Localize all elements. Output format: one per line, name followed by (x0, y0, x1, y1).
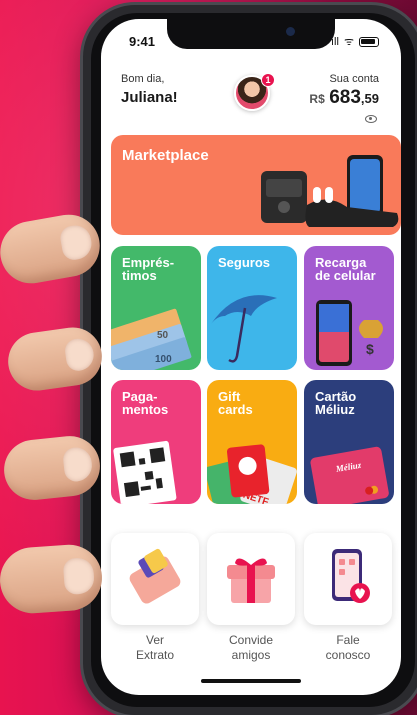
money-bag-icon (359, 320, 383, 338)
cash-note-50-label: 50 (157, 330, 169, 341)
balance-decimal: ,59 (360, 91, 379, 106)
svg-text:$: $ (366, 341, 374, 357)
gift-icon (227, 558, 275, 603)
ver-extrato-button[interactable] (111, 533, 199, 625)
hand (0, 180, 110, 650)
notch (167, 19, 335, 49)
earbuds-icon (313, 187, 321, 203)
eye-icon[interactable] (365, 115, 377, 123)
app-screen: 9:41 ıll ᯤ Bom dia, Juliana! 1 Sua conta… (101, 19, 401, 695)
tile-recarga[interactable]: Recarga de celular $ (304, 246, 394, 370)
convide-amigos-button[interactable] (207, 533, 295, 625)
tile-marketplace[interactable]: Marketplace (111, 135, 401, 235)
qr-code-illustration (113, 440, 177, 504)
fale-conosco-button[interactable] (304, 533, 392, 625)
status-time: 9:41 (129, 34, 156, 49)
tile-seguros[interactable]: Seguros (207, 246, 297, 370)
tile-gift-cards[interactable]: Gift cards NETF (207, 380, 297, 504)
phone-frame: 9:41 ıll ᯤ Bom dia, Juliana! 1 Sua conta… (83, 5, 417, 715)
wallet-icon (129, 548, 181, 604)
finger-3 (1, 433, 103, 503)
gift-cards-illustration: NETF (207, 444, 297, 504)
fale-conosco-line1: Fale (336, 633, 360, 647)
ver-extrato-label: Ver Extrato (111, 633, 199, 663)
balance: Sua conta R$ 683,59 (309, 73, 379, 109)
ver-extrato-line1: Ver (145, 633, 164, 647)
balance-integer: 683 (329, 87, 361, 108)
notification-badge[interactable]: 1 (261, 73, 275, 87)
convide-amigos-label: Convide amigos (207, 633, 295, 663)
greeting-text: Bom dia, (121, 73, 165, 85)
ver-extrato-line2: Extrato (135, 648, 174, 662)
user-name: Juliana! (121, 89, 178, 106)
finger-2 (4, 323, 106, 395)
cash-note-label: 100 (155, 354, 172, 365)
finger-4 (0, 542, 105, 616)
balance-amount: R$ 683,59 (309, 87, 379, 109)
tile-pagamentos[interactable]: Paga- mentos (111, 380, 201, 504)
home-indicator[interactable] (201, 679, 301, 683)
support-phone-icon (332, 549, 370, 603)
fale-conosco-label: Fale conosco (304, 633, 392, 663)
umbrella-icon (211, 295, 277, 363)
convide-amigos-line1: Convide (228, 633, 274, 647)
convide-amigos-line2: amigos (231, 648, 271, 662)
credit-card-illustration: Méliuz (310, 446, 389, 504)
camera-icon (286, 27, 295, 36)
marketplace-products-illustration (261, 155, 399, 227)
cash-notes-illustration: 50 100 (111, 308, 192, 370)
finger-1 (0, 209, 105, 289)
tile-emprestimos[interactable]: Emprés- timos 50 100 (111, 246, 201, 370)
recharge-phone-illustration: $ (316, 300, 383, 366)
battery-icon (359, 36, 379, 47)
status-icons: ıll ᯤ (331, 34, 379, 49)
tile-cartao-meliuz[interactable]: Cartão Méliuz Méliuz (304, 380, 394, 504)
wifi-icon: ᯤ (343, 36, 354, 48)
balance-currency: R$ (309, 92, 325, 106)
signal-icon: ıll (331, 35, 339, 48)
balance-label: Sua conta (329, 73, 379, 85)
greeting: Bom dia, Juliana! (121, 73, 178, 106)
fale-conosco-line2: conosco (325, 648, 371, 662)
